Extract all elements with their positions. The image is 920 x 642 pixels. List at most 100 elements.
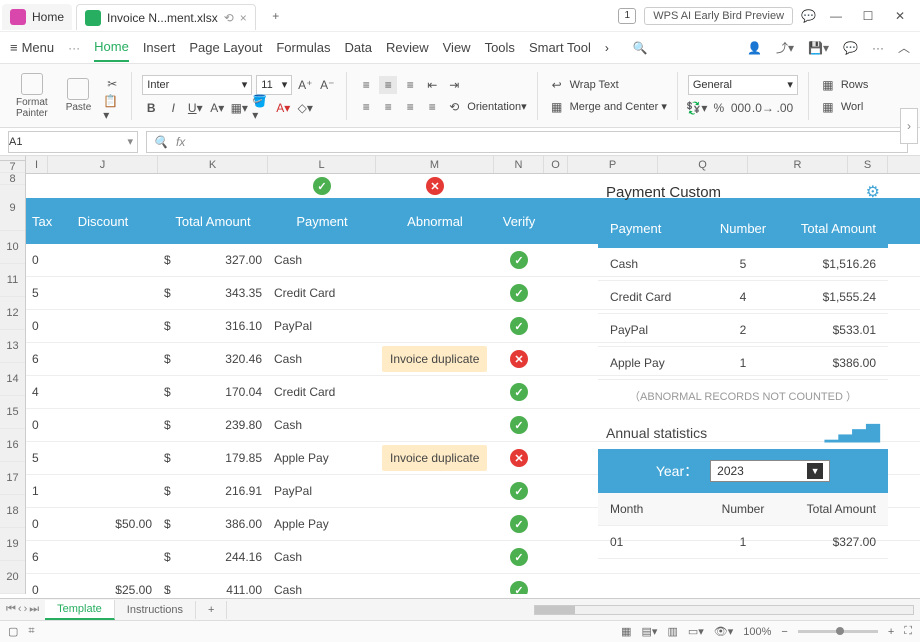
row-header-9[interactable]: 9 [0, 185, 25, 231]
cell-verify[interactable]: ✓ [494, 508, 544, 540]
minimize-button[interactable]: — [824, 4, 848, 28]
zoom-in-icon[interactable]: + [888, 626, 894, 638]
cell-payment[interactable]: Apple Pay [268, 442, 376, 474]
decrease-font-icon[interactable]: A⁻ [318, 76, 336, 94]
year-select[interactable]: 2023▼ [710, 460, 830, 482]
horizontal-scrollbar[interactable] [534, 605, 914, 615]
merge-center-button[interactable]: Merge and Center ▾ [570, 100, 667, 113]
view-layout-icon[interactable]: ▤▾ [642, 625, 658, 638]
cell-amount[interactable]: $239.80 [158, 409, 268, 441]
tab-insert[interactable]: Insert [143, 34, 176, 61]
cell-amount[interactable]: $179.85 [158, 442, 268, 474]
col-header-I[interactable]: I [26, 156, 48, 173]
row-header-8[interactable]: 8 [0, 173, 25, 185]
italic-icon[interactable]: I [164, 99, 182, 117]
feedback-icon[interactable]: 💬 [801, 9, 816, 23]
zoom-slider[interactable] [798, 630, 878, 633]
cell-tax[interactable]: 4 [26, 376, 48, 408]
table-row[interactable]: 0$25.00$411.00Cash✓ [26, 574, 920, 594]
search-icon[interactable]: 🔍 [633, 41, 648, 55]
rows-button[interactable]: Rows [841, 79, 869, 91]
cell-discount[interactable] [48, 310, 158, 342]
currency-icon[interactable]: 💱▾ [688, 99, 706, 117]
cell-verify[interactable]: ✕ [494, 343, 544, 375]
view-page-icon[interactable]: ▥ [667, 625, 677, 638]
align-top-icon[interactable]: ≡ [357, 76, 375, 94]
cell-abnormal[interactable]: Invoice duplicate [376, 343, 494, 375]
align-middle-icon[interactable]: ≡ [379, 76, 397, 94]
sheet-next-icon[interactable]: › [24, 603, 28, 616]
row-header-19[interactable]: 19 [0, 528, 25, 561]
more-icon[interactable]: ··· [872, 41, 884, 55]
tab-page-layout[interactable]: Page Layout [189, 34, 262, 61]
cell-discount[interactable] [48, 541, 158, 573]
add-sheet-button[interactable]: + [196, 601, 227, 619]
clear-format-icon[interactable]: ◇▾ [296, 99, 314, 117]
tab-document[interactable]: Invoice N...ment.xlsx ⟲ × [76, 4, 256, 30]
cell-discount[interactable] [48, 376, 158, 408]
col-header-Q[interactable]: Q [658, 156, 748, 173]
tab-review[interactable]: Review [386, 34, 429, 61]
cell-abnormal[interactable] [376, 475, 494, 507]
zoom-formula-icon[interactable]: 🔍 [153, 135, 168, 149]
col-header-M[interactable]: M [376, 156, 494, 173]
annual-row[interactable]: 011$327.00 [598, 526, 888, 559]
view-reader-icon[interactable]: ▭▾ [688, 625, 704, 638]
ribbon-scroll-right[interactable]: › [900, 108, 918, 144]
row-header-14[interactable]: 14 [0, 363, 25, 396]
cell-verify[interactable]: ✓ [494, 376, 544, 408]
cell-payment[interactable]: PayPal [268, 475, 376, 507]
fullscreen-icon[interactable]: ⛶ [904, 625, 912, 638]
cell-amount[interactable]: $316.10 [158, 310, 268, 342]
maximize-button[interactable]: ☐ [856, 4, 880, 28]
font-name-select[interactable]: Inter▾ [142, 75, 252, 95]
font-size-select[interactable]: 11▾ [256, 75, 292, 95]
cell-tax[interactable]: 5 [26, 442, 48, 474]
tab-close-icon[interactable]: × [240, 11, 247, 25]
align-right-icon[interactable]: ≡ [401, 98, 419, 116]
cell-payment[interactable]: Cash [268, 343, 376, 375]
tab-count-icon[interactable]: 1 [618, 8, 636, 24]
cell-abnormal[interactable] [376, 508, 494, 540]
cell-amount[interactable]: $343.35 [158, 277, 268, 309]
cell-abnormal[interactable] [376, 574, 494, 594]
fx-icon[interactable]: fx [176, 135, 185, 149]
cell-verify[interactable]: ✓ [494, 574, 544, 594]
cell-verify[interactable]: ✓ [494, 541, 544, 573]
collapse-ribbon-icon[interactable]: ︿ [898, 39, 910, 56]
paste-button[interactable]: Paste [60, 78, 98, 113]
increase-decimal-icon[interactable]: .0→ [754, 99, 772, 117]
cell-verify[interactable]: ✓ [494, 409, 544, 441]
more-menu-icon[interactable]: ··· [68, 41, 80, 55]
row-header-10[interactable]: 10 [0, 231, 25, 264]
row-header-13[interactable]: 13 [0, 330, 25, 363]
cell-discount[interactable]: $25.00 [48, 574, 158, 594]
cell-discount[interactable] [48, 244, 158, 276]
status-icon-1[interactable]: ▢ [8, 625, 18, 638]
close-button[interactable]: ✕ [888, 4, 912, 28]
cell-tax[interactable]: 0 [26, 409, 48, 441]
align-justify-icon[interactable]: ≡ [423, 98, 441, 116]
orientation-icon[interactable]: ⟲ [445, 98, 463, 116]
gear-icon[interactable]: ⚙ [866, 182, 880, 202]
font-color-icon[interactable]: A▾ [274, 99, 292, 117]
row-header-17[interactable]: 17 [0, 462, 25, 495]
summary-row[interactable]: Cash5$1,516.26 [598, 248, 888, 281]
cell-payment[interactable]: Cash [268, 409, 376, 441]
ai-preview-button[interactable]: WPS AI Early Bird Preview [644, 7, 793, 25]
cell-verify[interactable]: ✓ [494, 277, 544, 309]
cell-amount[interactable]: $170.04 [158, 376, 268, 408]
cell-abnormal[interactable] [376, 376, 494, 408]
cell-payment[interactable]: Apple Pay [268, 508, 376, 540]
col-header-S[interactable]: S [848, 156, 888, 173]
col-header-O[interactable]: O [544, 156, 568, 173]
tab-data[interactable]: Data [345, 34, 372, 61]
align-left-icon[interactable]: ≡ [357, 98, 375, 116]
cell-abnormal[interactable] [376, 409, 494, 441]
row-header-12[interactable]: 12 [0, 297, 25, 330]
cell-tax[interactable]: 0 [26, 244, 48, 276]
underline-icon[interactable]: U▾ [186, 99, 204, 117]
tab-refresh-icon[interactable]: ⟲ [224, 11, 234, 25]
cell-abnormal[interactable] [376, 277, 494, 309]
row-header-20[interactable]: 20 [0, 561, 25, 594]
